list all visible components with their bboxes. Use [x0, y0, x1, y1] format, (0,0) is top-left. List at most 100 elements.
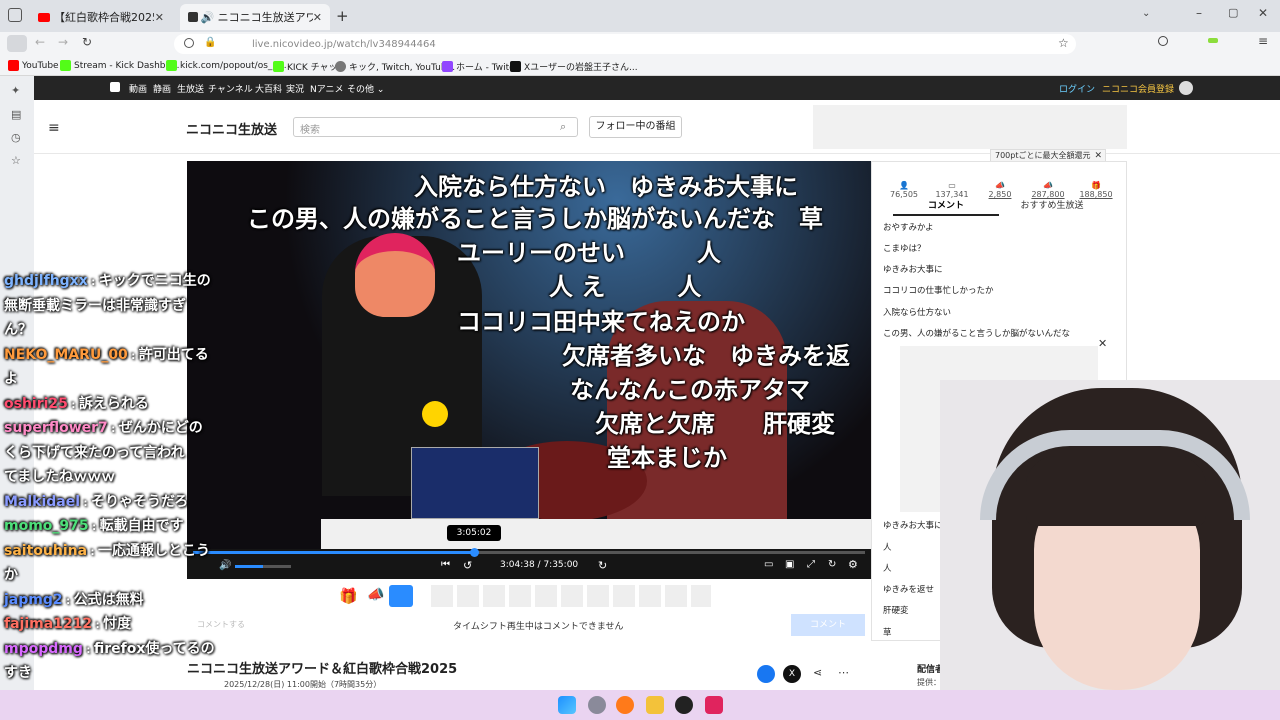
nav-more[interactable]: その他 ⌄	[347, 82, 384, 95]
tab-kouhaku[interactable]: 【紅白歌枠合戦2025】【コメント界 ✕	[30, 4, 172, 30]
chat-message: ん？	[4, 322, 32, 338]
close-icon[interactable]: ✕	[313, 11, 322, 24]
tab-overview-icon[interactable]	[8, 8, 22, 22]
more-icon[interactable]: ⋯	[838, 666, 849, 679]
firefox-icon[interactable]	[616, 696, 634, 714]
register-link[interactable]: ニコニコ会員登録	[1102, 82, 1174, 95]
reload-icon[interactable]: ↻	[828, 559, 836, 570]
sidebar-toggle-icon[interactable]	[7, 35, 27, 52]
skip-back-icon[interactable]: ⏮	[441, 559, 450, 570]
x-share-icon[interactable]: X	[783, 665, 801, 683]
login-link[interactable]: ログイン	[1059, 82, 1095, 95]
back-icon[interactable]: ←	[35, 35, 45, 49]
lock-icon: 🔒	[204, 37, 217, 48]
volume-slider[interactable]	[235, 565, 291, 568]
overlay-chat-line: superflower7 : ぜんかにどの	[4, 417, 203, 441]
emotion-icon[interactable]	[389, 585, 413, 607]
tab-nico[interactable]: 🔊 ニコニコ生放送アワード＆紅白 ✕	[180, 4, 330, 30]
comment-line: ゆきみを返せ	[883, 585, 935, 595]
comment-input[interactable]: コメントする	[197, 619, 245, 630]
site-logo[interactable]: ニコニコ生放送	[186, 119, 277, 138]
bookmark-kick-dashboard[interactable]: Stream - Kick Dashbo...	[60, 60, 179, 71]
ai-icon[interactable]: ✦	[11, 84, 20, 97]
comment-count: ▭ 137,341	[935, 181, 969, 199]
fullscreen-icon[interactable]: ⤢	[807, 559, 815, 570]
bookmark-multi[interactable]: キック, Twitch, YouTub...	[335, 60, 455, 73]
nav-jikkyo[interactable]: 実況	[286, 82, 304, 95]
start-icon[interactable]	[558, 696, 576, 714]
file-explorer-icon[interactable]	[646, 696, 664, 714]
restore-icon[interactable]: ▢	[1228, 6, 1238, 19]
bookmark-x[interactable]: Xユーザーの岩盤王子さん...	[510, 60, 638, 73]
history-icon[interactable]: ◷	[11, 131, 21, 144]
nav-seiga[interactable]: 静画	[153, 82, 171, 95]
youtube-icon	[38, 12, 50, 22]
comment-toggle-icon[interactable]: ▭	[764, 559, 773, 570]
video-player[interactable]: 入院なら仕方ない ゆきみお大事に この男、人の嫌がること言うしか脳がないんだな …	[187, 161, 871, 549]
bookmark-youtube[interactable]: YouTube	[8, 60, 59, 71]
chat-username: mpopdmg	[4, 640, 83, 657]
speaker-icon: 🔊	[200, 10, 215, 24]
close-icon[interactable]: ✕	[1098, 337, 1107, 350]
reload-icon[interactable]: ↻	[82, 35, 92, 49]
chat-separator: :	[92, 620, 104, 631]
url-bar[interactable]: 🔒 live.nicovideo.jp/watch/lv348944464 ☆	[174, 34, 1076, 54]
chat-message: そりゃそうだろ	[91, 493, 189, 510]
comment-line: ゆきみお大事に	[883, 521, 943, 531]
overlay-chat-line: saitouhina : 一応通報しとこう	[4, 540, 210, 564]
share-icon[interactable]: ⋖	[813, 666, 822, 679]
rewind-icon[interactable]: ↺	[463, 559, 472, 572]
comment-submit-button[interactable]: コメント	[791, 614, 865, 636]
comment-line: 草	[883, 628, 892, 638]
seek-handle[interactable]	[470, 548, 479, 557]
bookmark-twitch[interactable]: ホーム - Twitch	[442, 60, 520, 73]
minimize-icon[interactable]: –	[1196, 6, 1202, 20]
program-date: 2025/12/28(日) 11:00開始（7時間35分）	[224, 680, 382, 689]
app-icon[interactable]	[705, 696, 723, 714]
nav-channel[interactable]: チャンネル	[208, 82, 253, 95]
user-avatar[interactable]	[1179, 81, 1193, 95]
tab-recommended[interactable]: おすすめ生放送	[1000, 198, 1104, 216]
overlay-chat-line: momo_975 : 転載自由です	[4, 515, 184, 539]
bookmark-label: Stream - Kick Dashbo...	[74, 60, 180, 71]
settings-icon[interactable]: ⚙	[848, 558, 858, 571]
chat-message: か	[4, 567, 18, 583]
search-icon[interactable]: ⌕	[560, 120, 566, 134]
account-icon[interactable]	[1158, 36, 1168, 46]
follow-programs-button[interactable]: フォロー中の番組	[589, 116, 682, 138]
tab-list-icon[interactable]: ⌄	[1142, 8, 1150, 19]
sync-icon[interactable]: ▤	[11, 108, 21, 121]
overlay-chat-line: 無断垂載ミラーは非常識すぎ	[4, 295, 186, 317]
tab-comments[interactable]: コメント	[893, 198, 999, 216]
gift-icon[interactable]: 🎁	[339, 587, 358, 605]
menu-icon[interactable]: ≡	[1258, 34, 1268, 48]
nav-live[interactable]: 生放送	[177, 82, 204, 95]
chat-separator: :	[67, 399, 79, 411]
theater-icon[interactable]: ▣	[785, 559, 794, 570]
obs-icon[interactable]	[675, 696, 693, 714]
bookmark-star-icon[interactable]: ☆	[1058, 36, 1069, 50]
bookmark-kick-popout[interactable]: kick.com/popout/os_n...	[166, 60, 287, 71]
hamburger-icon[interactable]: ≡	[48, 120, 60, 136]
chat-username: Malkidael	[4, 493, 81, 510]
forward-icon[interactable]: ↻	[598, 559, 607, 572]
volume-icon[interactable]: 🔊	[219, 560, 231, 571]
bookmarks-icon[interactable]: ☆	[11, 154, 21, 167]
search-input[interactable]: 検索	[293, 117, 578, 137]
close-icon[interactable]: ✕	[155, 11, 164, 24]
nav-dic[interactable]: 大百科	[255, 82, 282, 95]
settings-app-icon[interactable]	[588, 696, 606, 714]
new-tab-button[interactable]: +	[336, 7, 349, 25]
ad-banner[interactable]	[813, 105, 1127, 149]
timeshift-icon[interactable]	[757, 665, 775, 683]
close-window-icon[interactable]: ✕	[1258, 6, 1268, 20]
danmaku-comment: 人 え 人	[549, 273, 702, 301]
nico-logo-icon[interactable]	[110, 82, 120, 92]
nicoad-icon[interactable]: 📣	[367, 587, 384, 603]
bookmarks-bar: YouTube Stream - Kick Dashbo... kick.com…	[0, 56, 1280, 76]
nav-nanime[interactable]: Nアニメ	[310, 82, 344, 95]
performer-head	[355, 233, 435, 317]
forward-icon[interactable]: →	[58, 35, 68, 49]
nav-douga[interactable]: 動画	[129, 82, 147, 95]
extension-icon[interactable]	[1208, 38, 1218, 43]
